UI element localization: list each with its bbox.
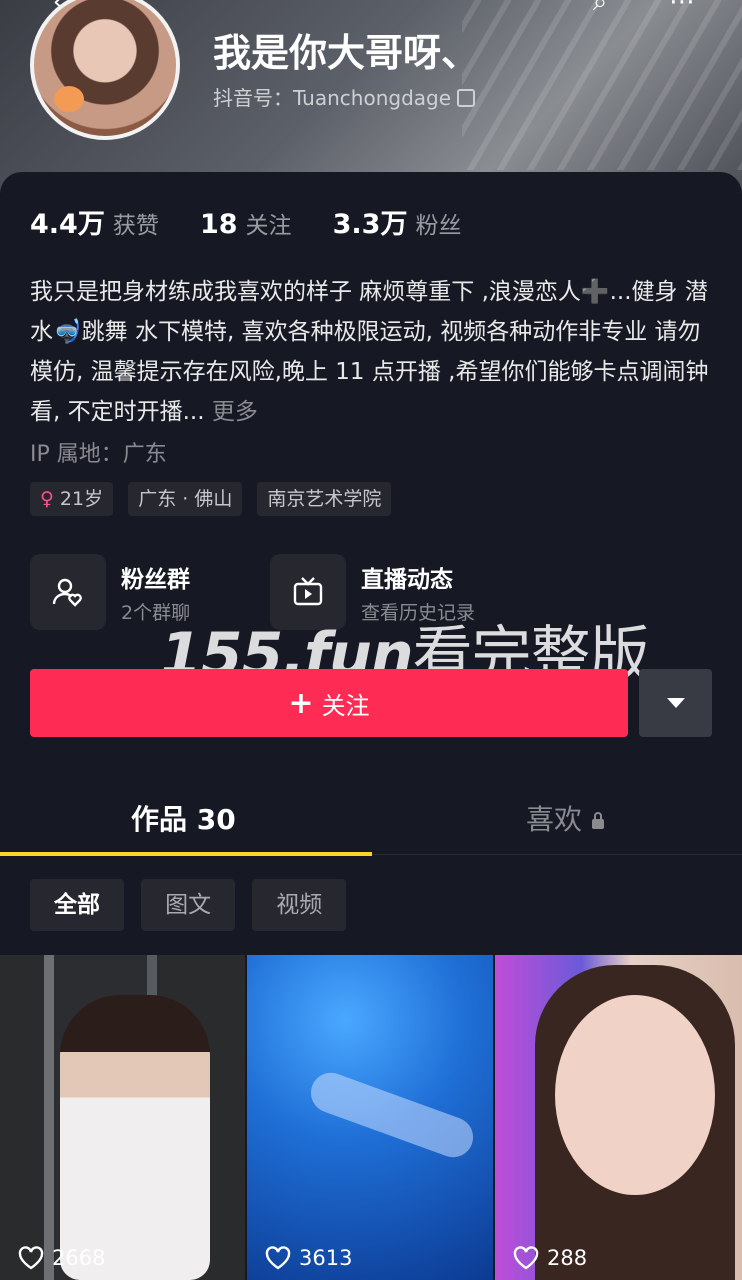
stat-following-label: 关注 [245,213,292,239]
tag-location: 广东 · 佛山 [128,482,243,516]
copy-icon[interactable] [457,89,476,107]
profile-tags: ♀ 21岁 广东 · 佛山 南京艺术学院 [30,482,401,516]
video-likes-count: 288 [547,1246,588,1270]
filter-all[interactable]: 全部 [30,879,124,931]
cover-texture [462,0,742,170]
heart-icon [513,1246,539,1270]
tab-works[interactable]: 作品 30 [131,798,236,838]
content-filters: 全部 图文 视频 [30,879,358,931]
video-likes: 288 [513,1246,587,1270]
female-icon: ♀ [40,488,54,510]
video-likes: 3613 [265,1246,352,1270]
tab-indicator [0,852,372,856]
live-title: 直播动态 [361,567,453,593]
plus-icon: + [288,685,314,721]
stat-fans-label: 粉丝 [415,213,462,239]
stat-likes-count: 4.4万 [30,209,105,240]
video-likes-count: 3613 [299,1246,353,1270]
more-icon[interactable]: ⋯ [666,0,698,18]
video-thumbnail[interactable]: 2668 [0,955,245,1280]
stat-following-count: 18 [199,209,238,240]
fan-group-icon [30,554,106,630]
thumbnail-image [305,1067,479,1163]
recommend-dropdown-button[interactable] [639,669,712,737]
profile-name: 我是你大哥呀、 [213,31,480,75]
thumbnail-face [555,995,715,1195]
video-likes: 2668 [18,1246,105,1270]
tag-age-text: 21岁 [59,488,104,510]
avatar-flower-decoration [54,86,84,112]
bio-more-link[interactable]: 更多 [212,399,258,425]
tag-age: ♀ 21岁 [30,482,114,516]
profile-card: 4.4万 获赞 18 关注 3.3万 粉丝 我只是把身材练成我喜欢的样子 麻烦尊重下 … [0,172,742,1280]
stat-fans-count: 3.3万 [332,209,408,240]
content-tabs: 作品 30 喜欢 [0,792,742,856]
thumbnail-image [60,995,210,1280]
filter-images[interactable]: 图文 [141,879,236,931]
video-likes-count: 2668 [52,1246,106,1270]
heart-icon [265,1246,291,1270]
video-thumbnail[interactable]: 3613 [247,955,493,1280]
follow-button[interactable]: + 关注 [30,669,628,737]
ip-location: IP 属地：广东 [30,442,167,467]
stat-fans[interactable]: 3.3万 粉丝 [333,202,462,241]
douyin-id-label: 抖音号： [213,86,293,110]
heart-icon [18,1246,44,1270]
caret-down-icon [666,698,685,708]
lock-icon [592,812,605,829]
follow-button-label: 关注 [321,691,370,720]
tag-school[interactable]: 南京艺术学院 [257,482,392,516]
stats-row: 4.4万 获赞 18 关注 3.3万 粉丝 [30,202,497,241]
tab-likes[interactable]: 喜欢 [526,798,605,838]
douyin-id-value: Tuanchongdage [293,86,452,110]
fan-group-title: 粉丝群 [121,567,190,593]
tab-likes-label: 喜欢 [526,803,583,836]
bio-text: 我只是把身材练成我喜欢的样子 麻烦尊重下 ,浪漫恋人➕...健身 潜水🤿跳舞 水… [30,279,709,425]
douyin-id[interactable]: 抖音号：Tuanchongdage [213,82,476,111]
filter-videos[interactable]: 视频 [252,879,347,931]
video-thumbnail[interactable]: 288 [495,955,742,1280]
stat-likes[interactable]: 4.4万 获赞 [30,202,159,241]
video-grid: 2668 3613 288 [0,955,742,1280]
stat-likes-label: 获赞 [112,213,159,239]
bio: 我只是把身材练成我喜欢的样子 麻烦尊重下 ,浪漫恋人➕...健身 潜水🤿跳舞 水… [30,272,714,432]
stat-following[interactable]: 18 关注 [200,206,292,240]
